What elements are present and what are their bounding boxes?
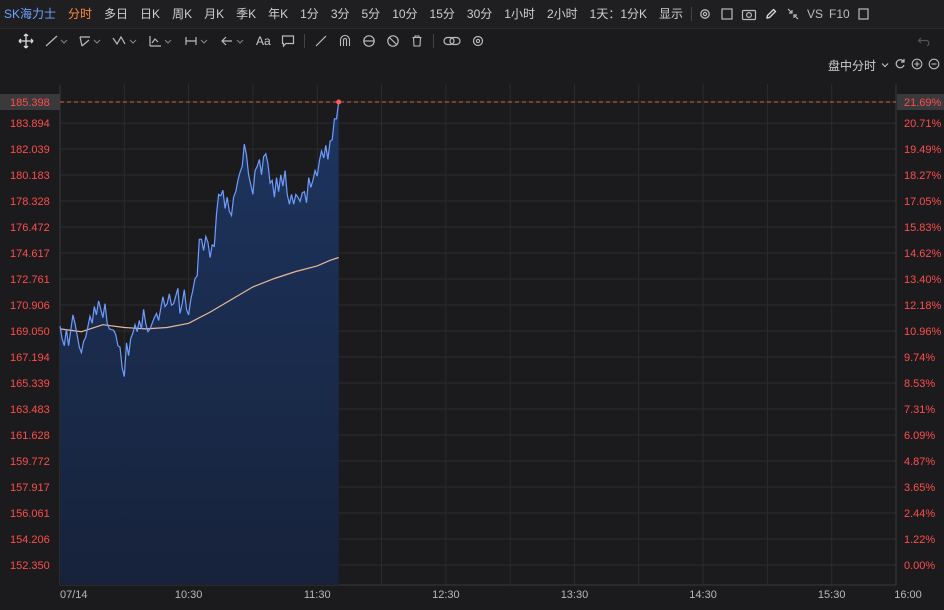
price-tick-label: 152.350 <box>10 560 50 572</box>
time-axis: 07/14 10:30 11:30 12:30 13:30 14:30 15:30 16:00 <box>60 589 922 601</box>
percent-tick-label: 7.31% <box>904 404 935 416</box>
price-tick-label: 156.061 <box>10 508 50 520</box>
percent-tick-label: 15.83% <box>904 222 942 234</box>
percent-tick-label: 0.00% <box>904 560 935 572</box>
time-tick-label: 16:00 <box>894 589 922 601</box>
price-tick-label: 172.761 <box>10 274 50 286</box>
percent-tick-label: 21.69% <box>904 97 942 109</box>
price-tick-label: 174.617 <box>10 248 50 260</box>
price-tick-label: 170.906 <box>10 300 50 312</box>
time-tick-label: 12:30 <box>432 589 460 601</box>
price-tick-label: 154.206 <box>10 534 50 546</box>
price-tick-label: 180.183 <box>10 170 50 182</box>
price-tick-label: 159.772 <box>10 456 50 468</box>
price-tick-label: 161.628 <box>10 430 50 442</box>
price-tick-label: 178.328 <box>10 196 50 208</box>
percent-tick-label: 3.65% <box>904 482 935 494</box>
percent-tick-label: 1.22% <box>904 534 935 546</box>
price-tick-label: 169.050 <box>10 326 50 338</box>
percent-tick-label: 18.27% <box>904 170 942 182</box>
percent-tick-label: 19.49% <box>904 144 942 156</box>
time-tick-label: 10:30 <box>175 589 203 601</box>
percent-tick-label: 17.05% <box>904 196 942 208</box>
time-tick-label: 07/14 <box>60 589 88 601</box>
time-tick-label: 11:30 <box>304 589 331 601</box>
percent-axis: 21.69% 20.71% 19.49% 18.27% 17.05% 15.83% 14.6… <box>897 94 944 572</box>
price-axis: 185.398 183.894 182.039 180.183 178.328 176.4… <box>0 94 60 572</box>
percent-tick-label: 6.09% <box>904 430 935 442</box>
percent-tick-label: 8.53% <box>904 378 935 390</box>
price-tick-label: 165.339 <box>10 378 50 390</box>
price-area-fill <box>60 102 339 585</box>
time-tick-label: 14:30 <box>689 589 717 601</box>
price-tick-label: 185.398 <box>10 97 50 109</box>
last-price-dot <box>336 99 342 105</box>
time-tick-label: 13:30 <box>561 589 589 601</box>
price-tick-label: 182.039 <box>10 144 50 156</box>
time-tick-label: 15:30 <box>818 589 846 601</box>
percent-tick-label: 4.87% <box>904 456 935 468</box>
price-tick-label: 183.894 <box>10 118 50 130</box>
price-area <box>60 102 339 585</box>
price-tick-label: 157.917 <box>10 482 50 494</box>
price-tick-label: 163.483 <box>10 404 50 416</box>
intraday-chart[interactable]: 185.398 183.894 182.039 180.183 178.328 176.4… <box>0 0 944 610</box>
percent-tick-label: 2.44% <box>904 508 935 520</box>
percent-tick-label: 14.62% <box>904 248 942 260</box>
price-tick-label: 176.472 <box>10 222 50 234</box>
percent-tick-label: 13.40% <box>904 274 942 286</box>
percent-tick-label: 10.96% <box>904 326 942 338</box>
percent-tick-label: 12.18% <box>904 300 942 312</box>
percent-tick-label: 20.71% <box>904 118 942 130</box>
percent-tick-label: 9.74% <box>904 352 935 364</box>
price-tick-label: 167.194 <box>10 352 50 364</box>
